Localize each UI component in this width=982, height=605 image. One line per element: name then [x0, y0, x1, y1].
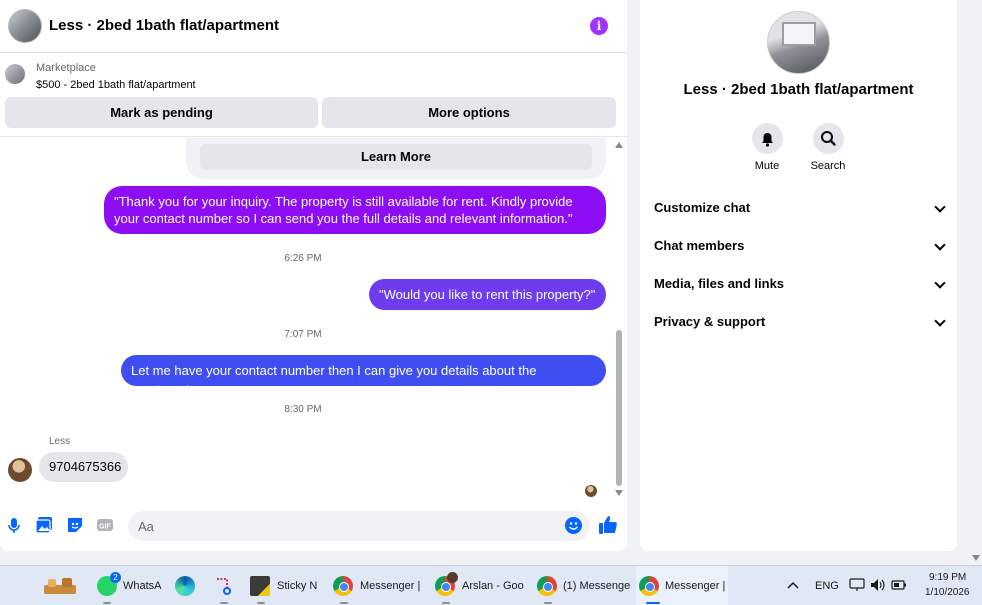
battery-icon[interactable]	[891, 579, 907, 591]
gif-icon[interactable]: GIF	[96, 516, 114, 534]
running-indicator	[646, 602, 660, 604]
photo-icon[interactable]	[35, 516, 53, 534]
taskbar-label: Arslan - Goo	[462, 580, 524, 592]
timestamp: 6:26 PM	[284, 253, 322, 264]
marketplace-banner: Marketplace $500 - 2bed 1bath flat/apart…	[0, 54, 627, 137]
taskbar-chrome-messenger-2[interactable]: (1) Messenge	[534, 566, 630, 605]
chevron-down-icon	[934, 239, 946, 251]
chevron-down-icon	[934, 201, 946, 213]
section-label: Privacy & support	[654, 314, 766, 329]
marketplace-label: Marketplace	[36, 62, 96, 74]
taskbar-edge[interactable]	[172, 566, 200, 605]
running-indicator	[340, 602, 348, 604]
section-customize-chat[interactable]: Customize chat	[654, 200, 946, 220]
taskbar-label: Messenger |	[665, 580, 726, 592]
details-title: Less · 2bed 1bath flat/apartment	[683, 81, 914, 98]
chrome-icon	[333, 576, 353, 596]
section-chat-members[interactable]: Chat members	[654, 238, 946, 258]
search-button[interactable]: Search	[798, 123, 858, 172]
mute-label: Mute	[754, 160, 780, 172]
sticker-icon[interactable]	[66, 516, 84, 534]
section-privacy-support[interactable]: Privacy & support	[654, 314, 946, 334]
running-indicator	[103, 602, 111, 604]
timestamp: 7:07 PM	[284, 329, 322, 340]
network-icon[interactable]	[849, 578, 865, 592]
volume-icon[interactable]	[870, 578, 886, 592]
scrollbar-thumb[interactable]	[616, 330, 622, 486]
taskbar-chrome-messenger-active[interactable]: Messenger |	[636, 566, 728, 605]
taskbar-whatsapp[interactable]: 2 WhatsA	[95, 566, 165, 605]
chat-header: Less · 2bed 1bath flat/apartment i	[0, 0, 627, 53]
bell-icon	[761, 133, 773, 147]
section-label: Chat members	[654, 238, 745, 253]
taskbar-label: Sticky N	[277, 580, 318, 592]
sent-message[interactable]: "Thank you for your inquiry. The propert…	[104, 186, 606, 234]
section-label: Customize chat	[654, 200, 751, 215]
message-input[interactable]	[128, 511, 590, 541]
chrome-icon	[537, 576, 557, 596]
snipping-tool-icon	[217, 578, 231, 595]
chevron-up-icon[interactable]	[787, 581, 799, 589]
seen-indicator-avatar	[585, 485, 597, 497]
conversation-title[interactable]: Less · 2bed 1bath flat/apartment	[49, 17, 279, 34]
chevron-down-icon	[934, 277, 946, 289]
sender-name: Less	[49, 436, 71, 447]
sent-message[interactable]: Let me have your contact number then I c…	[121, 355, 606, 397]
taskbar-widgets[interactable]	[40, 566, 80, 605]
taskbar-label: Messenger |	[360, 580, 421, 592]
details-avatar[interactable]	[767, 11, 830, 74]
taskbar-label: WhatsA	[123, 580, 162, 592]
widgets-icon	[44, 578, 76, 594]
sticky-notes-icon	[250, 576, 270, 596]
taskbar-sticky-notes[interactable]: Sticky N	[250, 566, 320, 605]
scroll-up-arrow-icon[interactable]	[615, 142, 623, 148]
section-label: Media, files and links	[654, 276, 785, 291]
info-icon[interactable]: i	[590, 17, 608, 35]
running-indicator	[257, 602, 265, 604]
section-media-files-links[interactable]: Media, files and links	[654, 276, 946, 296]
message-thread: Learn More "Thank you for your inquiry. …	[0, 138, 627, 501]
sent-message[interactable]: "Would you like to rent this property?"	[369, 279, 606, 310]
emoji-icon[interactable]	[565, 517, 582, 534]
svg-text:GIF: GIF	[99, 524, 111, 531]
language-indicator[interactable]: ENG	[815, 580, 839, 592]
notification-badge: 2	[110, 572, 121, 583]
scroll-down-arrow-icon[interactable]	[615, 490, 623, 496]
conversation-avatar[interactable]	[8, 9, 42, 43]
listing-thumbnail[interactable]	[5, 64, 25, 84]
chrome-icon	[639, 576, 659, 596]
page-scroll-down-arrow-icon[interactable]	[972, 555, 980, 561]
profile-badge	[447, 572, 458, 583]
clock-date[interactable]: 1/10/2026	[925, 587, 970, 598]
received-message[interactable]: 9704675366	[39, 452, 128, 482]
taskbar-chrome-arslan[interactable]: Arslan - Goo	[432, 566, 524, 605]
message-composer: GIF	[0, 506, 627, 546]
search-icon	[820, 131, 836, 146]
chat-panel: Less · 2bed 1bath flat/apartment i Marke…	[0, 0, 627, 551]
mark-as-pending-button[interactable]: Mark as pending	[5, 97, 318, 128]
taskbar-chrome-messenger[interactable]: Messenger |	[330, 566, 422, 605]
like-icon[interactable]	[598, 515, 618, 535]
contact-avatar[interactable]	[8, 458, 32, 482]
microphone-icon[interactable]	[5, 516, 23, 534]
running-indicator	[544, 602, 552, 604]
more-options-button[interactable]: More options	[322, 97, 616, 128]
search-label: Search	[810, 160, 846, 172]
chevron-down-icon	[934, 315, 946, 327]
running-indicator	[220, 602, 228, 604]
mute-button[interactable]: Mute	[737, 123, 797, 172]
conversation-details-panel: Less · 2bed 1bath flat/apartment Mute Se…	[640, 0, 957, 551]
edge-icon	[175, 576, 195, 596]
thread-scrollbar[interactable]	[613, 140, 625, 498]
clock-time[interactable]: 9:19 PM	[929, 572, 966, 583]
listing-title[interactable]: $500 - 2bed 1bath flat/apartment	[36, 79, 196, 91]
running-indicator	[442, 602, 450, 604]
taskbar-snipping-tool[interactable]	[210, 566, 238, 605]
windows-taskbar: 2 WhatsA Sticky N Messenger | Arslan - G…	[0, 565, 982, 605]
timestamp: 8:30 PM	[284, 404, 322, 415]
learn-more-button[interactable]: Learn More	[200, 144, 592, 170]
taskbar-label: (1) Messenge	[563, 580, 631, 592]
